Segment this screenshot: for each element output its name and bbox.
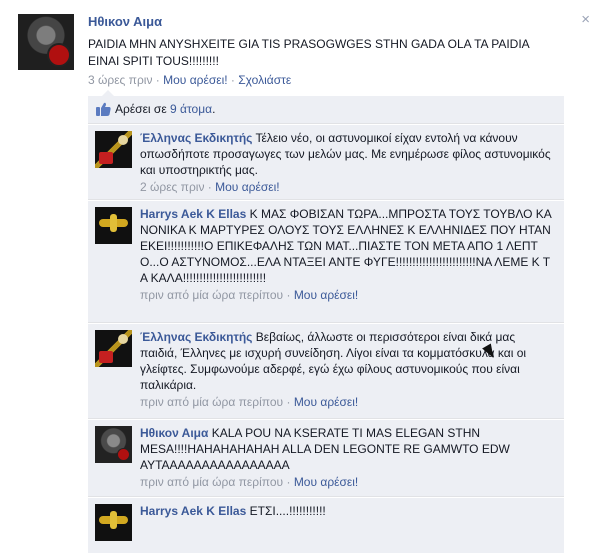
- facebook-post: Ηθικον Αιμα × PAIDIA MHN ANYSHXEITE GIA …: [0, 0, 596, 553]
- post-meta: 3 ώρες πριν · Μου αρέσει! · Σχολιάστε: [88, 73, 292, 87]
- comment-timestamp[interactable]: πριν από μία ώρα περίπου: [140, 288, 283, 302]
- post-author-avatar[interactable]: [18, 14, 74, 70]
- comment-like-link[interactable]: Μου αρέσει!: [215, 180, 279, 194]
- comment-item: Έλληνας Εκδικητής Βεβαίως, άλλωστε οι πε…: [88, 322, 564, 414]
- likes-suffix: .: [212, 102, 216, 116]
- comment-like-link[interactable]: Μου αρέσει!: [294, 475, 358, 489]
- comment-avatar[interactable]: [95, 131, 132, 168]
- comment-item: Harrys Aek K Ellas ΕΤΣΙ....!!!!!!!!!!!: [88, 496, 564, 554]
- comment-like-link[interactable]: Μου αρέσει!: [294, 395, 358, 409]
- post-timestamp[interactable]: 3 ώρες πριν: [88, 73, 152, 87]
- comment-avatar[interactable]: [95, 426, 132, 463]
- comment-text: ΕΤΣΙ....!!!!!!!!!!!: [249, 504, 326, 518]
- post-author-name[interactable]: Ηθικον Αιμα: [88, 14, 162, 29]
- comment-item: Harrys Aek K Ellas Κ ΜΑΣ ΦΟΒΙΣΑΝ ΤΩΡΑ...…: [88, 199, 564, 318]
- comment-avatar[interactable]: [95, 207, 132, 244]
- comment-item: Ηθικον Αιμα KALA POU NA KSERATE TI MAS E…: [88, 418, 564, 492]
- thumbs-up-icon: [96, 102, 111, 116]
- comment-like-link[interactable]: Μου αρέσει!: [294, 288, 358, 302]
- comment-author[interactable]: Έλληνας Εκδικητής: [140, 330, 252, 344]
- likes-count-link[interactable]: 9 άτομα: [170, 102, 212, 116]
- comment-timestamp[interactable]: πριν από μία ώρα περίπου: [140, 475, 283, 489]
- comment-avatar[interactable]: [95, 504, 132, 541]
- comment-timestamp[interactable]: πριν από μία ώρα περίπου: [140, 395, 283, 409]
- close-icon[interactable]: ×: [581, 12, 590, 27]
- comment-item: Έλληνας Εκδικητής Τέλειο νέο, οι αστυνομ…: [88, 123, 564, 197]
- feedback-box: Αρέσει σε 9 άτομα. Έλληνας Εκδικητής Τέλ…: [88, 90, 564, 554]
- comment-timestamp[interactable]: 2 ώρες πριν: [140, 180, 204, 194]
- likes-summary: Αρέσει σε 9 άτομα.: [88, 96, 564, 124]
- post-text: PAIDIA MHN ANYSHXEITE GIA TIS PRASOGWGES…: [88, 37, 530, 68]
- avatar-emblem-icon: [47, 43, 71, 67]
- likes-prefix: Αρέσει σε: [115, 102, 171, 116]
- comment-author[interactable]: Ηθικον Αιμα: [140, 426, 208, 440]
- comment-avatar[interactable]: [95, 330, 132, 367]
- post-comment-link[interactable]: Σχολιάστε: [238, 73, 291, 87]
- comment-author[interactable]: Harrys Aek K Ellas: [140, 207, 246, 221]
- comment-author[interactable]: Έλληνας Εκδικητής: [140, 131, 252, 145]
- post-like-link[interactable]: Μου αρέσει!: [163, 73, 227, 87]
- comment-author[interactable]: Harrys Aek K Ellas: [140, 504, 246, 518]
